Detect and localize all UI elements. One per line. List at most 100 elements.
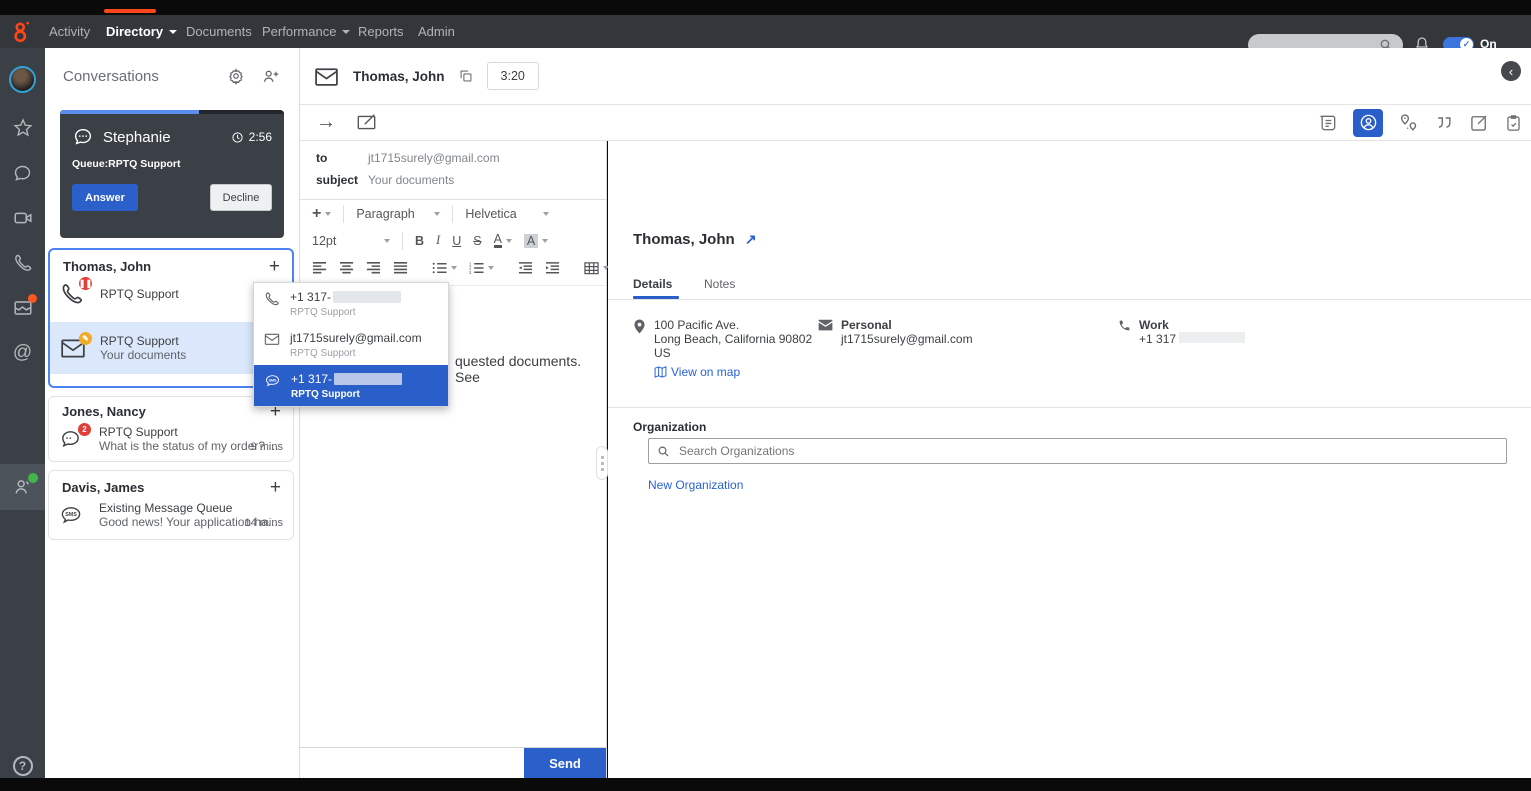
- align-justify-button[interactable]: [389, 259, 412, 277]
- align-right-button[interactable]: [362, 259, 385, 277]
- text-color-button[interactable]: A: [490, 231, 516, 250]
- chevron-down-icon: [506, 239, 512, 243]
- organization-search-input[interactable]: [677, 443, 1498, 459]
- alert-timer: 2:56: [249, 130, 272, 144]
- email-block: Personal jt1715surely@gmail.com: [818, 318, 973, 346]
- tab-details[interactable]: Details: [633, 277, 672, 291]
- to-label: to: [316, 151, 368, 165]
- highlight-color-button[interactable]: A: [520, 232, 552, 250]
- nav-documents[interactable]: Documents: [186, 15, 252, 48]
- profile-contact-name: Thomas, John: [633, 231, 735, 248]
- chevron-down-icon: [169, 30, 177, 34]
- new-organization-link[interactable]: New Organization: [648, 478, 743, 492]
- bold-button[interactable]: B: [411, 232, 428, 250]
- email-value[interactable]: jt1715surely@gmail.com: [841, 332, 973, 346]
- tab-notes[interactable]: Notes: [704, 277, 735, 291]
- organization-search-box: [648, 438, 1507, 464]
- favorites-star-icon[interactable]: [0, 106, 45, 150]
- nav-performance[interactable]: Performance: [262, 15, 350, 48]
- decline-button[interactable]: Decline: [210, 184, 272, 211]
- chevron-down-icon: [342, 30, 350, 34]
- active-tab-indicator: [104, 9, 156, 13]
- email-body-text[interactable]: quested documents. See: [455, 353, 606, 385]
- phone-number: +1 317-: [291, 372, 332, 386]
- interaction-row-sms[interactable]: SMS Existing Message Queue Good news! Yo…: [49, 499, 293, 537]
- add-interaction-button[interactable]: +: [269, 260, 280, 274]
- email-subject-preview: Your documents: [100, 348, 186, 362]
- nav-admin[interactable]: Admin: [418, 15, 455, 48]
- divider: [608, 299, 1531, 300]
- numbered-list-button[interactable]: 123: [465, 259, 498, 277]
- draft-pencil-badge-icon: ✎: [79, 332, 92, 345]
- dropdown-item-call[interactable]: +1 317- RPTQ Support: [254, 283, 448, 324]
- collapse-panel-chevron-left-button[interactable]: ‹: [1501, 61, 1521, 81]
- script-scroll-icon[interactable]: [1318, 113, 1338, 133]
- email-address: jt1715surely@gmail.com: [290, 331, 422, 345]
- envelope-icon: [264, 332, 280, 346]
- answer-button[interactable]: Answer: [72, 184, 138, 211]
- compose-footer: Send: [300, 747, 606, 778]
- to-field[interactable]: jt1715surely@gmail.com: [368, 151, 500, 165]
- phone-icon: [264, 291, 280, 307]
- subject-field[interactable]: Your documents: [368, 173, 454, 187]
- profile-tab-icon[interactable]: [1353, 109, 1383, 137]
- conversations-header: Conversations: [45, 48, 299, 104]
- agents-people-icon[interactable]: [0, 464, 45, 510]
- user-avatar[interactable]: [0, 57, 45, 101]
- interaction-contact-name: Thomas, John: [353, 69, 445, 84]
- nav-reports[interactable]: Reports: [358, 15, 404, 48]
- email-icon: [314, 66, 339, 87]
- svg-text:SMS: SMS: [65, 512, 77, 518]
- open-external-arrow-icon[interactable]: ↗: [745, 231, 757, 247]
- copy-icon[interactable]: [459, 69, 473, 83]
- chevron-down-icon: [542, 239, 548, 243]
- address-line2: Long Beach, California 90802: [654, 332, 812, 346]
- canned-responses-quotes-icon[interactable]: [1434, 113, 1454, 133]
- notes-compose-icon[interactable]: [1469, 113, 1489, 133]
- journey-map-pins-icon[interactable]: [1398, 112, 1419, 133]
- search-icon: [657, 445, 670, 458]
- chat-icon[interactable]: [0, 151, 45, 195]
- align-left-button[interactable]: [308, 259, 331, 277]
- dropdown-item-email[interactable]: jt1715surely@gmail.com RPTQ Support: [254, 324, 448, 365]
- redacted-text: [333, 291, 401, 303]
- align-center-button[interactable]: [335, 259, 358, 277]
- paragraph-style-select[interactable]: Paragraph: [352, 205, 444, 223]
- conversations-title: Conversations: [63, 68, 211, 85]
- outdent-button[interactable]: [514, 259, 537, 277]
- dropdown-item-sms-selected[interactable]: SMS +1 317- RPTQ Support: [254, 365, 448, 406]
- caller-name: Stephanie: [103, 129, 231, 146]
- indent-button[interactable]: [541, 259, 564, 277]
- underline-button[interactable]: U: [448, 232, 465, 250]
- interactions-inbox-icon[interactable]: [0, 286, 45, 330]
- font-family-select[interactable]: Helvetica: [461, 205, 553, 223]
- send-button[interactable]: Send: [524, 748, 606, 778]
- transfer-arrow-icon[interactable]: →: [316, 111, 336, 134]
- genesys-cloud-app: Activity Directory Documents Performance…: [0, 0, 1531, 791]
- nav-directory[interactable]: Directory: [106, 15, 177, 48]
- add-interaction-button[interactable]: +: [270, 481, 281, 495]
- strikethrough-button[interactable]: S: [469, 232, 485, 250]
- insert-content-button[interactable]: +: [308, 203, 335, 225]
- bullet-list-button[interactable]: [428, 259, 461, 277]
- view-on-map-link[interactable]: View on map: [654, 365, 812, 379]
- chevron-down-icon: [325, 212, 331, 216]
- queue-name: Existing Message Queue: [99, 501, 232, 515]
- nav-activity[interactable]: Activity: [49, 15, 90, 48]
- divider: [608, 407, 1531, 408]
- add-person-icon[interactable]: [261, 67, 281, 85]
- interaction-row-message[interactable]: 2 RPTQ Support What is the status of my …: [49, 423, 293, 461]
- wrapup-clipboard-check-icon[interactable]: [1504, 113, 1523, 133]
- alert-dot-badge: [28, 294, 37, 303]
- genesys-logo-icon[interactable]: [9, 18, 36, 45]
- italic-button[interactable]: I: [432, 231, 444, 250]
- font-size-select[interactable]: 12pt: [308, 232, 394, 250]
- conversations-settings-gear-icon[interactable]: [227, 67, 245, 85]
- panel-resize-handle[interactable]: [596, 446, 608, 480]
- mentions-at-icon[interactable]: @: [0, 331, 45, 375]
- conversations-panel: Conversations Stephanie 2:56: [45, 48, 300, 778]
- phone-value[interactable]: +1 317: [1139, 332, 1176, 346]
- phone-icon[interactable]: [0, 241, 45, 285]
- compose-email-icon[interactable]: [356, 113, 377, 132]
- video-camera-icon[interactable]: [0, 196, 45, 240]
